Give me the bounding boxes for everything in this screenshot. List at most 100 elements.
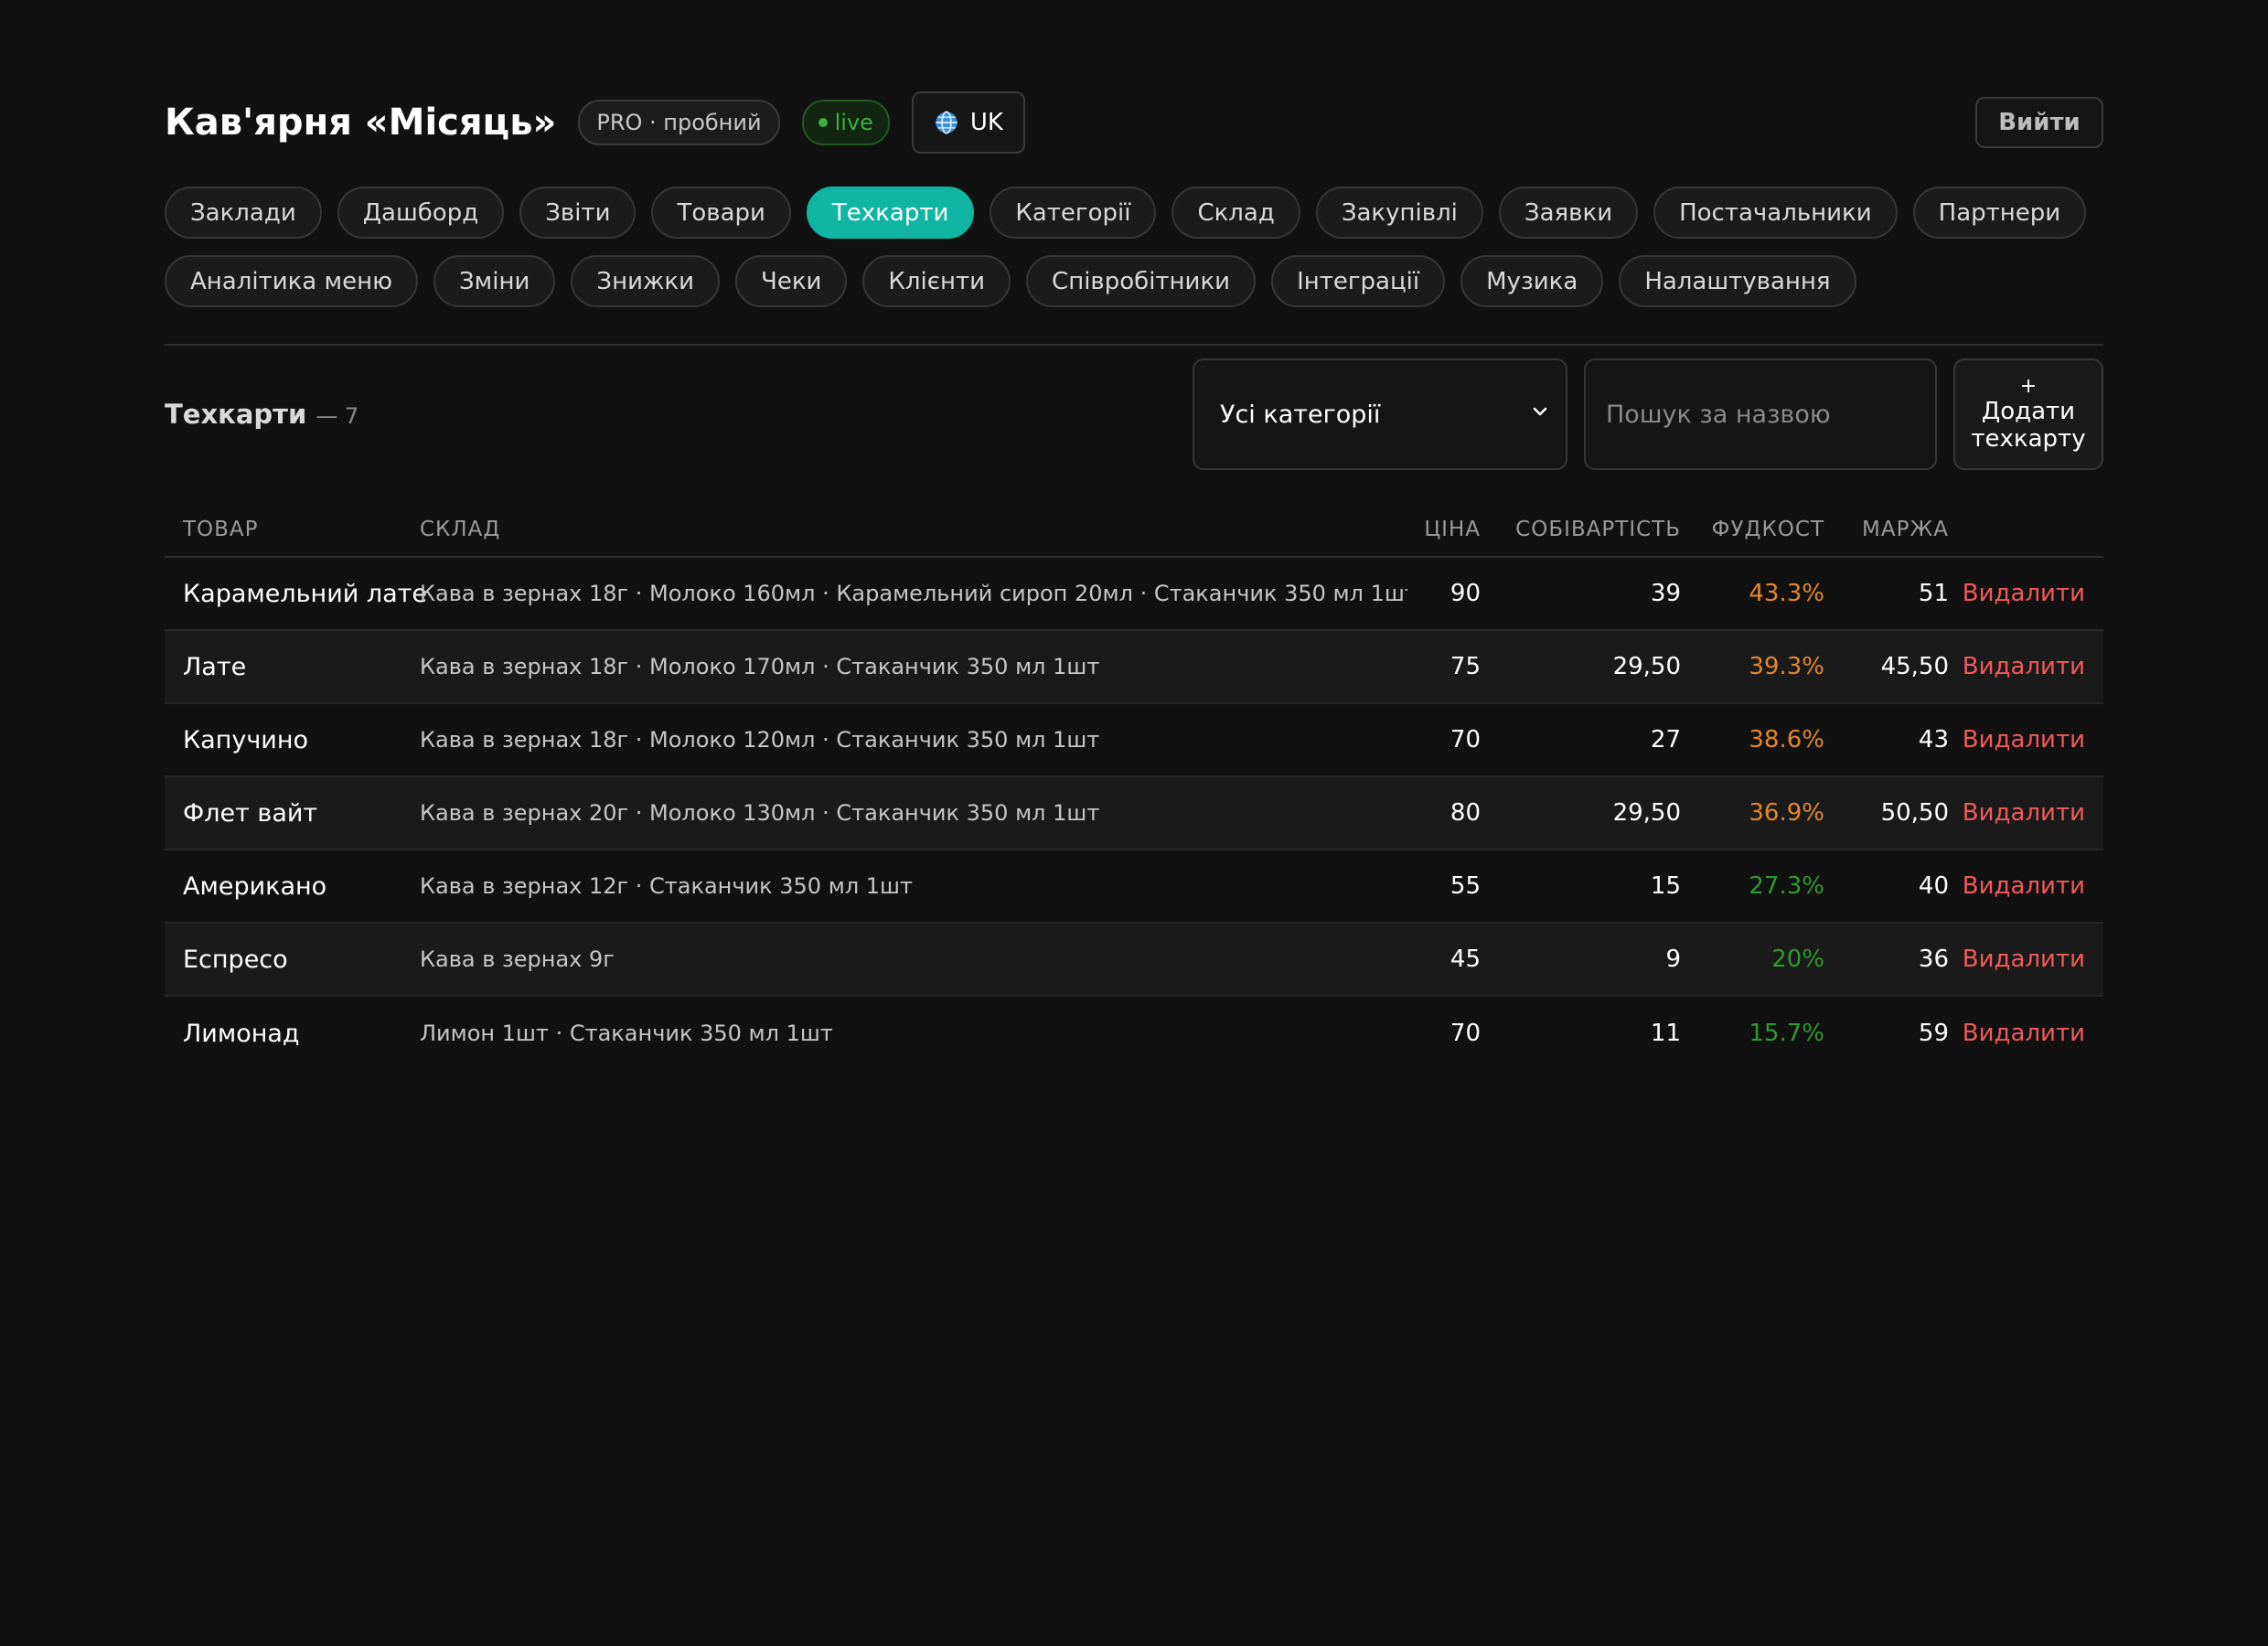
nav-item[interactable]: Чеки	[735, 255, 848, 307]
plus-icon: +	[2019, 375, 2038, 398]
chevron-down-icon	[1533, 407, 1547, 416]
margin-cell: 36	[1918, 946, 1949, 973]
page-title: Кав'ярня «Місяць»	[165, 102, 557, 144]
nav-item[interactable]: Партнери	[1912, 187, 2087, 239]
delete-button[interactable]: Видалити	[1949, 726, 2103, 754]
nav-item[interactable]: Знижки	[571, 255, 720, 307]
globe-icon	[936, 111, 957, 134]
foodcost-cell: 39.3%	[1749, 653, 1824, 680]
language-button[interactable]: UK	[911, 91, 1025, 154]
cost-cell: 9	[1665, 946, 1681, 973]
product-name: Еспресо	[183, 945, 288, 974]
price-cell: 75	[1450, 653, 1481, 680]
nav-item[interactable]: Музика	[1460, 255, 1604, 307]
cost-cell: 29,50	[1612, 653, 1681, 680]
delete-button[interactable]: Видалити	[1949, 872, 2103, 900]
nav-item[interactable]: Закупівлі	[1315, 187, 1483, 239]
stock-composition: Кава в зернах 18г · Молоко 170мл · Стака…	[420, 654, 1100, 679]
cost-cell: 29,50	[1612, 799, 1681, 827]
foodcost-cell: 27.3%	[1749, 872, 1824, 900]
live-badge: live	[801, 100, 890, 145]
table-row: Лате Кава в зернах 18г · Молоко 170мл · С…	[165, 631, 2103, 704]
category-select-value: Усі категорії	[1220, 400, 1381, 429]
col-cost: СОБІВАРТІСТЬ	[1515, 518, 1681, 541]
table-row: Капучино Кава в зернах 18г · Молоко 120мл…	[165, 704, 2103, 777]
price-cell: 70	[1450, 1020, 1481, 1047]
table-row: Американо Кава в зернах 12г · Стаканчик 3…	[165, 850, 2103, 924]
add-techcard-label: Додати техкарту	[1971, 398, 2086, 453]
price-cell: 45	[1450, 946, 1481, 973]
nav-item[interactable]: Техкарти	[806, 187, 975, 239]
nav-item[interactable]: Зміни	[433, 255, 556, 307]
col-stock: СКЛАД	[420, 518, 501, 541]
product-name: Флет вайт	[183, 798, 318, 828]
col-margin: МАРЖА	[1862, 518, 1949, 541]
nav-item[interactable]: Співробітники	[1026, 255, 1257, 307]
product-name: Карамельний лате	[183, 579, 428, 608]
table-header: ТОВАР СКЛАД ЦІНА СОБІВАРТІСТЬ ФУДКОСТ МА…	[165, 503, 2103, 558]
margin-cell: 40	[1918, 872, 1949, 900]
nav-item[interactable]: Звіти	[519, 187, 637, 239]
foodcost-cell: 38.6%	[1749, 726, 1824, 754]
live-label: live	[834, 110, 873, 135]
language-label: UK	[969, 109, 1003, 136]
delete-button[interactable]: Видалити	[1949, 799, 2103, 827]
plan-badge: PRO · пробний	[578, 100, 780, 145]
stock-composition: Кава в зернах 12г · Стаканчик 350 мл 1шт	[420, 873, 913, 899]
col-product: ТОВАР	[183, 518, 259, 541]
margin-cell: 59	[1918, 1020, 1949, 1047]
nav-item[interactable]: Категорії	[990, 187, 1157, 239]
nav-item[interactable]: Клієнти	[862, 255, 1011, 307]
margin-cell: 50,50	[1880, 799, 1949, 827]
nav-item[interactable]: Заявки	[1498, 187, 1639, 239]
nav-item[interactable]: Постачальники	[1653, 187, 1898, 239]
header: Кав'ярня «Місяць» PRO · пробний live UK …	[165, 91, 2103, 154]
table-row: Карамельний лате Кава в зернах 18г · Моло…	[165, 558, 2103, 631]
category-select[interactable]: Усі категорії	[1193, 358, 1567, 470]
nav-item[interactable]: Дашборд	[337, 187, 505, 239]
nav-item[interactable]: Інтеграції	[1271, 255, 1446, 307]
stock-composition: Кава в зернах 20г · Молоко 130мл · Стака…	[420, 800, 1100, 826]
table-row: Лимонад Лимон 1шт · Стаканчик 350 мл 1шт 7…	[165, 997, 2103, 1070]
stock-composition: Кава в зернах 9г	[420, 946, 615, 972]
foodcost-cell: 15.7%	[1749, 1020, 1824, 1047]
search-input[interactable]	[1584, 358, 1937, 470]
product-name: Капучино	[183, 725, 309, 754]
section-count: — 7	[316, 403, 359, 429]
price-cell: 55	[1450, 872, 1481, 900]
delete-button[interactable]: Видалити	[1949, 653, 2103, 680]
delete-button[interactable]: Видалити	[1949, 1020, 2103, 1047]
nav-item[interactable]: Товари	[651, 187, 791, 239]
nav-item[interactable]: Налаштування	[1619, 255, 1856, 307]
price-cell: 90	[1450, 580, 1481, 607]
table-row: Флет вайт Кава в зернах 20г · Молоко 130м…	[165, 777, 2103, 850]
section-title-text: Техкарти	[165, 399, 307, 430]
product-name: Лимонад	[183, 1019, 300, 1048]
divider	[165, 344, 2103, 346]
margin-cell: 51	[1918, 580, 1949, 607]
stock-composition: Лимон 1шт · Стаканчик 350 мл 1шт	[420, 1021, 833, 1046]
delete-button[interactable]: Видалити	[1949, 580, 2103, 607]
stock-composition: Кава в зернах 18г · Молоко 120мл · Стака…	[420, 727, 1100, 753]
price-cell: 80	[1450, 799, 1481, 827]
add-techcard-button[interactable]: + Додати техкарту	[1953, 358, 2103, 470]
price-cell: 70	[1450, 726, 1481, 754]
table-body: Карамельний лате Кава в зернах 18г · Моло…	[165, 558, 2103, 1070]
nav-item[interactable]: Склад	[1171, 187, 1300, 239]
nav-item[interactable]: Аналітика меню	[165, 255, 418, 307]
logout-button[interactable]: Вийти	[1975, 97, 2103, 148]
nav-item[interactable]: Заклади	[165, 187, 322, 239]
techcards-table: ТОВАР СКЛАД ЦІНА СОБІВАРТІСТЬ ФУДКОСТ МА…	[165, 503, 2103, 1070]
cost-cell: 39	[1650, 580, 1681, 607]
app-container: Кав'ярня «Місяць» PRO · пробний live UK …	[165, 91, 2103, 1070]
cost-cell: 27	[1650, 726, 1681, 754]
cost-cell: 15	[1650, 872, 1681, 900]
foodcost-cell: 43.3%	[1749, 580, 1824, 607]
margin-cell: 45,50	[1880, 653, 1949, 680]
col-foodcost: ФУДКОСТ	[1711, 518, 1824, 541]
foodcost-cell: 20%	[1771, 946, 1824, 973]
section-title: Техкарти — 7	[165, 399, 358, 430]
stock-composition: Кава в зернах 18г · Молоко 160мл · Карам…	[420, 581, 1407, 606]
cost-cell: 11	[1650, 1020, 1681, 1047]
delete-button[interactable]: Видалити	[1949, 946, 2103, 973]
